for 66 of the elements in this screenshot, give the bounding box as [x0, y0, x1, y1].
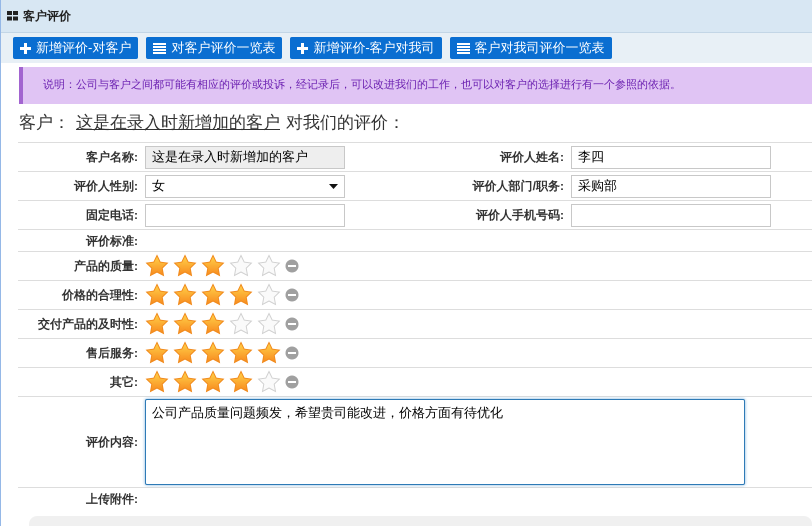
filled-star-icon[interactable] [145, 283, 169, 307]
clear-icon[interactable] [285, 288, 299, 302]
comment-textarea[interactable]: 公司产品质量问题频发，希望贵司能改进，价格方面有待优化 [145, 399, 745, 485]
field-label: 固定电话: [85, 207, 139, 224]
field-label: 评价人部门/职务: [471, 178, 565, 195]
field-label: 评价人性别: [72, 178, 139, 195]
empty-star-icon[interactable] [229, 312, 253, 336]
field-label: 上传附件: [85, 491, 139, 508]
input-field[interactable]: 这是在录入时新增加的客户 [145, 146, 345, 168]
dropdown-field[interactable]: 女 [145, 174, 345, 198]
input-field[interactable]: 采购部 [571, 174, 771, 198]
input-field[interactable] [145, 204, 345, 226]
field-label: 价格的合理性: [60, 287, 139, 304]
heading-text: 对我们的评价： [286, 112, 405, 134]
filled-star-icon[interactable] [173, 283, 197, 307]
filled-star-icon[interactable] [201, 254, 225, 278]
toolbar-button[interactable]: 新增评价-客户对我司 [290, 37, 442, 59]
filled-star-icon[interactable] [201, 312, 225, 336]
plus-icon [20, 42, 31, 54]
clear-icon[interactable] [285, 259, 299, 273]
customer-link[interactable]: 这是在录入时新增加的客户 [76, 110, 280, 136]
info-note: 说明：公司与客户之间都可能有相应的评价或投诉，经记录后，可以改进我们的工作，也可以对客户的选择进行有一个参照的依据。 [19, 67, 812, 104]
clear-icon[interactable] [285, 346, 299, 360]
filled-star-icon[interactable] [201, 370, 225, 394]
grid-icon [7, 11, 18, 21]
field-label: 评价内容: [84, 434, 139, 451]
filled-star-icon[interactable] [257, 341, 281, 365]
toolbar-button[interactable]: 客户对我司评价一览表 [450, 37, 612, 59]
filled-star-icon[interactable] [145, 341, 169, 365]
toolbar-button[interactable]: 对客户评价一览表 [146, 37, 282, 59]
heading-text: 客户： [19, 112, 70, 134]
filled-star-icon[interactable] [201, 341, 225, 365]
field-label: 客户名称: [85, 149, 139, 166]
filled-star-icon[interactable] [145, 370, 169, 394]
clear-icon[interactable] [285, 375, 299, 389]
filled-star-icon[interactable] [173, 370, 197, 394]
field-label: 其它: [109, 374, 139, 391]
empty-star-icon[interactable] [229, 254, 253, 278]
panel-title: 客户评价 [23, 8, 71, 25]
filled-star-icon[interactable] [145, 254, 169, 278]
plus-icon [297, 42, 308, 54]
field-label: 交付产品的及时性: [37, 316, 139, 333]
field-label: 评价人手机号码: [474, 207, 565, 224]
empty-star-icon[interactable] [257, 312, 281, 336]
field-label: 产品的质量: [73, 258, 139, 275]
filled-star-icon[interactable] [201, 283, 225, 307]
input-field[interactable] [571, 204, 771, 226]
list-icon [456, 42, 470, 54]
empty-star-icon[interactable] [257, 370, 281, 394]
toolbar-button[interactable]: 新增评价-对客户 [13, 37, 138, 59]
filled-star-icon[interactable] [229, 370, 253, 394]
filled-star-icon[interactable] [173, 341, 197, 365]
filled-star-icon[interactable] [173, 312, 197, 336]
input-field[interactable]: 李四 [571, 146, 771, 168]
empty-star-icon[interactable] [257, 254, 281, 278]
clear-icon[interactable] [285, 317, 299, 331]
list-icon [153, 42, 166, 54]
filled-star-icon[interactable] [229, 341, 253, 365]
filled-star-icon[interactable] [229, 283, 253, 307]
empty-star-icon[interactable] [257, 283, 281, 307]
filled-star-icon[interactable] [173, 254, 197, 278]
filled-star-icon[interactable] [145, 312, 169, 336]
field-label: 售后服务: [85, 345, 139, 362]
caret-icon [329, 184, 338, 188]
field-label: 评价人姓名: [498, 149, 565, 166]
field-label: 评价标准: [84, 232, 139, 250]
